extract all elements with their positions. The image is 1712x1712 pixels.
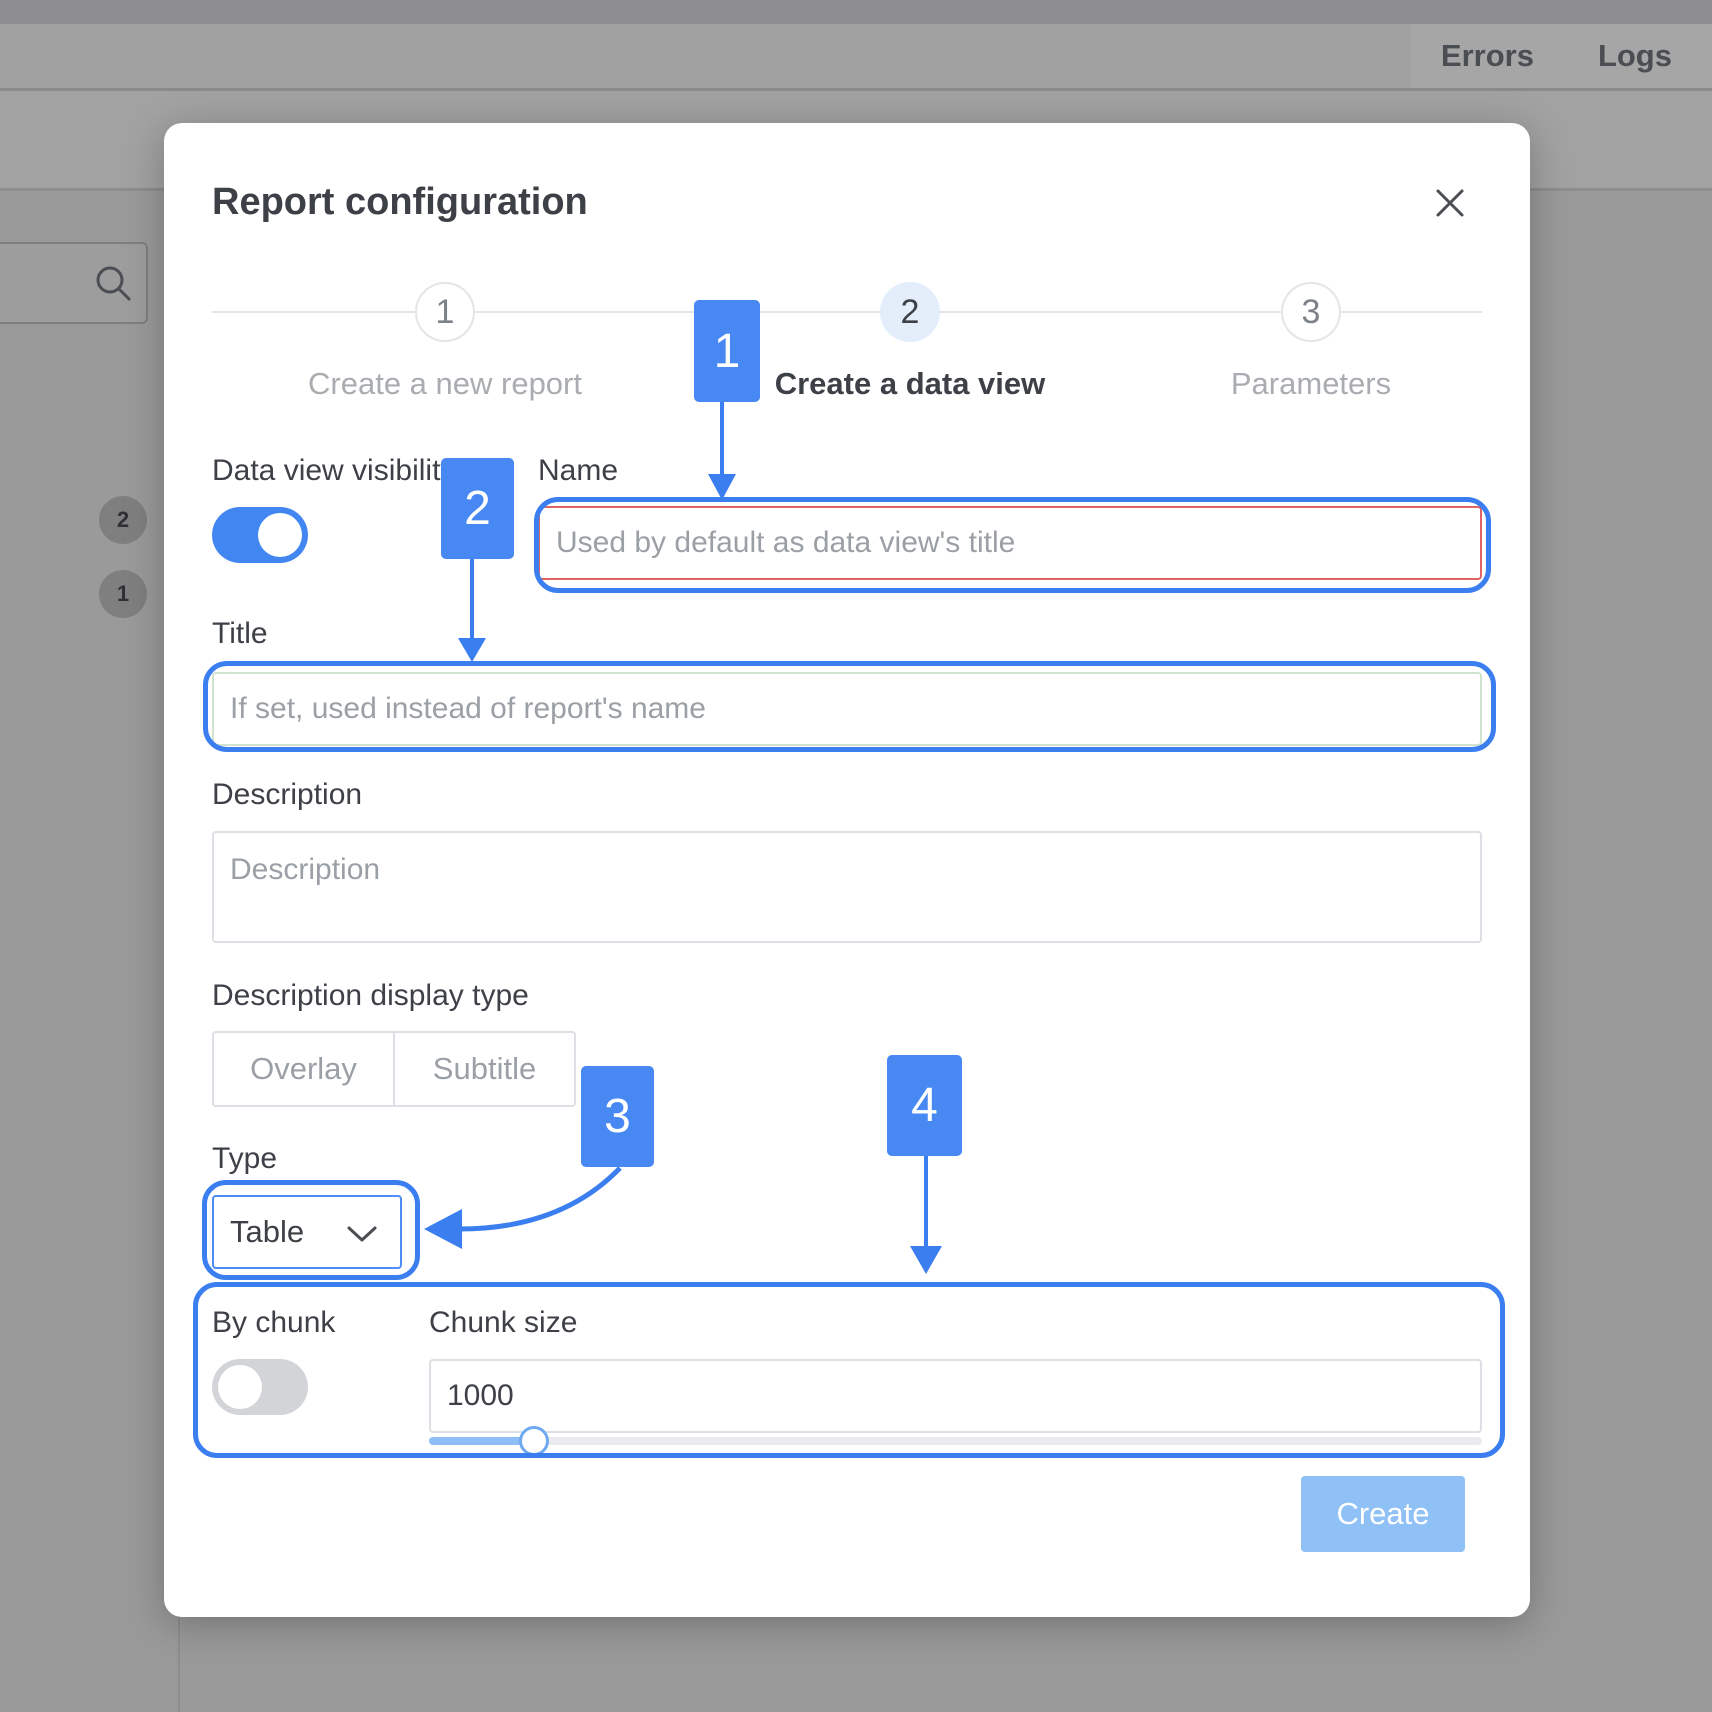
subtitle-option[interactable]: Subtitle <box>393 1033 574 1105</box>
background-header: Errors Logs <box>0 24 1712 91</box>
annotation-callout-4: 4 <box>887 1055 962 1156</box>
title-input[interactable]: If set, used instead of report's name <box>212 672 1482 746</box>
step-1-circle[interactable]: 1 <box>415 282 475 342</box>
visibility-toggle[interactable] <box>212 507 308 563</box>
display-type-label: Description display type <box>212 979 529 1012</box>
report-configuration-modal: Report configuration 1 2 3 Create a new … <box>164 123 1530 1617</box>
close-icon[interactable] <box>1432 185 1468 221</box>
step-1-label: Create a new report <box>308 366 582 401</box>
step-3-label: Parameters <box>1230 366 1392 401</box>
chevron-down-icon <box>347 1226 377 1242</box>
visibility-label: Data view visibility <box>212 454 456 487</box>
step-3-circle[interactable]: 3 <box>1281 282 1341 342</box>
search-icon <box>96 266 131 301</box>
background-search-box[interactable] <box>0 242 148 324</box>
chunk-size-label: Chunk size <box>429 1306 578 1339</box>
type-value: Table <box>230 1214 305 1249</box>
title-label: Title <box>212 617 268 650</box>
overlay-option[interactable]: Overlay <box>214 1033 393 1105</box>
name-input[interactable]: Used by default as data view's title <box>538 506 1482 580</box>
name-label: Name <box>538 454 619 487</box>
by-chunk-label: By chunk <box>212 1306 336 1339</box>
create-button[interactable]: Create <box>1301 1476 1465 1552</box>
display-type-segmented: Overlay Subtitle <box>212 1031 576 1107</box>
step-2-label: Create a data view <box>774 366 1046 401</box>
header-links: Errors Logs <box>1410 24 1712 88</box>
description-label: Description <box>212 778 363 811</box>
logs-link[interactable]: Logs <box>1598 38 1672 74</box>
toggle-knob <box>258 513 302 557</box>
errors-link[interactable]: Errors <box>1441 38 1534 74</box>
annotation-callout-3: 3 <box>581 1066 654 1167</box>
toggle-knob <box>218 1365 262 1409</box>
description-textarea[interactable]: Description <box>212 831 1482 943</box>
annotation-callout-1: 1 <box>694 300 760 402</box>
modal-title: Report configuration <box>212 181 588 223</box>
type-label: Type <box>212 1142 278 1175</box>
count-badge: 1 <box>99 570 147 618</box>
chunk-size-slider-track[interactable] <box>429 1437 1482 1445</box>
chunk-size-slider-thumb[interactable] <box>519 1426 550 1456</box>
by-chunk-toggle[interactable] <box>212 1359 308 1415</box>
step-2-circle[interactable]: 2 <box>880 282 940 342</box>
count-badge: 2 <box>99 496 147 544</box>
background-top-strip <box>0 0 1712 24</box>
annotation-callout-2: 2 <box>441 458 514 559</box>
type-select[interactable]: Table <box>212 1195 402 1269</box>
chunk-size-input[interactable]: 1000 <box>429 1359 1482 1433</box>
